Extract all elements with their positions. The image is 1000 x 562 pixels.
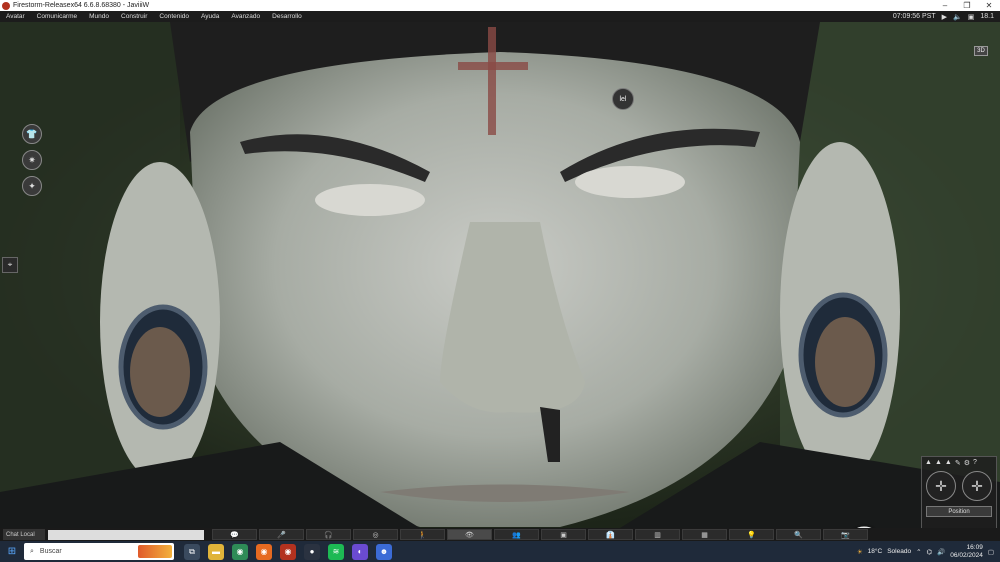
task-view-icon[interactable]: ⧉ [184,543,200,560]
window-titlebar: Firestorm-Releasex64 6.6.8.68380 - Javii… [0,0,1000,11]
network-icon[interactable]: ⌬ [927,548,933,556]
minimize-button[interactable]: – [934,0,956,11]
spotify-icon[interactable]: ≋ [328,543,344,560]
walk-icon[interactable]: 🚶 [400,529,445,540]
discord-icon[interactable]: ☻ [376,543,392,560]
clock-date: 06/02/2024 [950,551,983,559]
volume-icon[interactable]: 🔈 [953,13,962,21]
clock-time: 16:09 [966,543,983,551]
position-button[interactable]: Position [926,506,992,517]
walk-mode-icon[interactable]: ▲ [935,459,942,467]
search-icon: ⌕ [30,547,34,555]
weather-text[interactable]: Soleado [887,548,911,555]
camera-joystick[interactable]: ✛ [962,471,992,501]
taskbar-search[interactable]: ⌕ Buscar [24,543,174,560]
weather-temp[interactable]: 18°C [868,548,883,555]
system-tray: ☀ 18°C Soleado ⌃ ⌬ 🔊 16:09 06/02/2024 ▢ [857,544,1000,560]
menu-comunicarme[interactable]: Comunicarme [31,13,83,20]
settings-icon[interactable]: ⚙ [964,459,970,467]
chrome-icon[interactable]: ◉ [232,543,248,560]
chat-icon[interactable]: 💬 [212,529,257,540]
tray-up-arrow-icon[interactable]: ⌃ [916,548,921,556]
menu-construir[interactable]: Construir [115,13,153,20]
balance[interactable]: 18.1 [980,13,994,20]
close-button[interactable]: ✕ [978,0,1000,11]
snapshot-icon[interactable]: ▣ [541,529,586,540]
taskbar-apps: ⧉ ▬ ◉ ◉ ◉ ● ≋ ◐ ☻ [184,543,392,560]
location-pin-icon[interactable]: ⌖ [2,257,18,273]
outfit-icon[interactable]: ✦ [22,176,42,196]
radar-icon[interactable]: ◎ [353,529,398,540]
file-explorer-icon[interactable]: ▬ [208,543,224,560]
outfit-icon[interactable]: 👔 [588,529,633,540]
windows-taskbar: ⊞ ⌕ Buscar ⧉ ▬ ◉ ◉ ◉ ● ≋ ◐ ☻ ☀ 18°C Sole… [0,541,1000,562]
window-title: Firestorm-Releasex64 6.6.8.68380 - Javii… [13,2,150,9]
menu-avatar[interactable]: Avatar [0,13,31,20]
menu-bar: Avatar Comunicarme Mundo Construir Conte… [0,11,1000,22]
toolbar-buttons: 💬 🎤 🎧 ◎ 🚶 👁 👥 ▣ 👔 ▥ ▦ 💡 🔍 📷 [212,529,870,540]
bottom-toolbar: Chat Local 💬 🎤 🎧 ◎ 🚶 👁 👥 ▣ 👔 ▥ ▦ 💡 🔍 📷 [0,528,1000,541]
voice-icon[interactable]: 🎤 [259,529,304,540]
people-icon[interactable]: 👥 [494,529,539,540]
app-icon[interactable]: ◐ [352,543,368,560]
search-placeholder: Buscar [39,548,62,555]
run-mode-icon[interactable]: ▲ [945,459,952,467]
firestorm-app-icon [2,1,10,10]
menu-avanzado[interactable]: Avanzado [225,13,266,20]
search-icon[interactable]: 🔍 [776,529,821,540]
world-viewport[interactable]: 3D lel 👕 ✷ ✦ ⌖ ▲ ▲ ▲ ✎ ⚙ ? ✛ ✛ Position … [0,22,1000,528]
gyazo-watermark: Gyazo [848,520,971,528]
3d-badge-button[interactable]: 3D [974,46,988,56]
firefox-icon[interactable]: ◉ [256,543,272,560]
animation-icon[interactable]: ✷ [22,150,42,170]
sound-icon[interactable]: 🎧 [306,529,351,540]
chat-input[interactable] [48,529,204,540]
volume-tray-icon[interactable]: 🔊 [937,548,945,556]
stand-icon[interactable]: ▲ [925,459,932,467]
avatar-face-render [0,22,1000,528]
move-joystick[interactable]: ✛ [926,471,956,501]
view-icon[interactable]: 👁 [447,529,492,540]
help-icon[interactable]: ? [973,459,977,467]
floating-label: lel [612,88,634,110]
taskbar-clock[interactable]: 16:09 06/02/2024 [950,544,983,560]
maximize-button[interactable]: ❐ [956,0,978,11]
menu-ayuda[interactable]: Ayuda [195,13,225,20]
clothing-icon[interactable]: 👕 [22,124,42,144]
menu-contenido[interactable]: Contenido [153,13,195,20]
left-quick-buttons: 👕 ✷ ✦ [22,124,42,196]
weather-sun-icon: ☀ [856,548,863,556]
windows-start-icon[interactable]: ⊞ [0,541,24,562]
movement-camera-panel: ▲ ▲ ▲ ✎ ⚙ ? ✛ ✛ Position [921,456,997,528]
server-time: 07:09:56 PST [892,13,936,20]
places-icon[interactable]: 💡 [729,529,774,540]
obs-icon[interactable]: ● [304,543,320,560]
pose-icons-row: ▲ ▲ ▲ ✎ ⚙ ? [922,457,996,469]
fps-icon[interactable]: ▣ [968,13,975,21]
notifications-icon[interactable]: ▢ [988,548,994,556]
media-icon[interactable]: ▶ [942,13,947,21]
firestorm-icon[interactable]: ◉ [280,543,296,560]
fly-mode-icon[interactable]: ✎ [955,459,961,467]
camera-icon[interactable]: 📷 [823,529,868,540]
minimap-icon[interactable]: ▦ [682,529,727,540]
chat-local-label[interactable]: Chat Local [3,529,45,540]
menu-desarrollo[interactable]: Desarrollo [266,13,308,20]
search-highlight-image [138,545,172,558]
map-icon[interactable]: ▥ [635,529,680,540]
menu-mundo[interactable]: Mundo [83,13,115,20]
